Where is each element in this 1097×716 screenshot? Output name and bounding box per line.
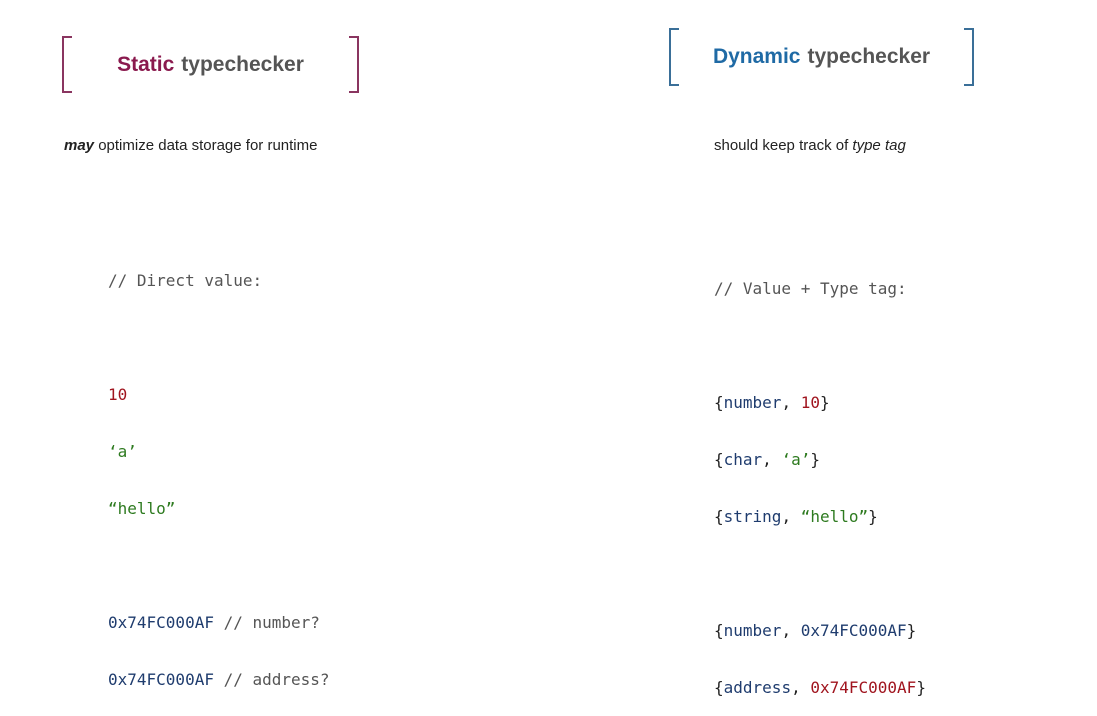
type-tag: number bbox=[723, 393, 782, 412]
static-code-comment: // Direct value: bbox=[108, 271, 263, 290]
addr-comment: // address? bbox=[213, 670, 330, 689]
dynamic-subtitle: should keep track of type tag bbox=[714, 137, 906, 154]
addr-comment: // number? bbox=[213, 613, 320, 632]
addr-value: 0x74FC000AF bbox=[108, 670, 214, 689]
static-value-number: 10 bbox=[108, 385, 128, 404]
static-subtitle-text: optimize data storage for runtime bbox=[94, 137, 318, 154]
type-tag: string bbox=[723, 507, 782, 526]
static-subtitle-emphasis: may bbox=[64, 137, 95, 154]
dynamic-subtitle-emphasis: type tag bbox=[852, 137, 906, 154]
tagged-addr-number: {number, 0x74FC000AF} bbox=[714, 621, 917, 640]
static-value-char: ‘a’ bbox=[108, 442, 137, 461]
dynamic-typechecker-title: Dynamic typechecker bbox=[669, 28, 974, 86]
tagged-value: ‘a’ bbox=[781, 450, 811, 469]
type-tag: address bbox=[723, 678, 792, 697]
static-addr-line-address: 0x74FC000AF // address? bbox=[108, 670, 330, 689]
tagged-value: 0x74FC000AF bbox=[800, 621, 907, 640]
type-tag: char bbox=[723, 450, 763, 469]
static-subtitle: may optimize data storage for runtime bbox=[64, 137, 317, 154]
static-value-string: “hello” bbox=[108, 499, 176, 518]
dynamic-title-accent: Dynamic bbox=[712, 45, 801, 68]
dynamic-code-comment: // Value + Type tag: bbox=[714, 279, 907, 298]
static-title-rest: typechecker bbox=[181, 52, 304, 76]
dynamic-title-rest: typechecker bbox=[807, 45, 931, 68]
tagged-value: 0x74FC000AF bbox=[810, 678, 917, 697]
tagged-number: {number, 10} bbox=[714, 393, 830, 412]
static-title-accent: Static bbox=[117, 52, 175, 76]
static-typechecker-box: Static typechecker bbox=[62, 36, 359, 93]
static-addr-line-number: 0x74FC000AF // number? bbox=[108, 613, 330, 632]
addr-value: 0x74FC000AF bbox=[108, 613, 214, 632]
tagged-string: {string, “hello”} bbox=[714, 507, 878, 526]
tagged-value: “hello” bbox=[800, 507, 869, 526]
type-tag: number bbox=[723, 621, 782, 640]
static-code-block: // Direct value: 10 ‘a’ “hello” 0x74FC00… bbox=[108, 233, 330, 708]
tagged-value: 10 bbox=[800, 393, 820, 412]
static-typechecker-title: Static typechecker bbox=[62, 36, 359, 93]
tagged-char: {char, ‘a’} bbox=[714, 450, 820, 469]
dynamic-code-block: // Value + Type tag: {number, 10} {char,… bbox=[714, 241, 926, 716]
dynamic-typechecker-box: Dynamic typechecker bbox=[669, 28, 974, 86]
dynamic-subtitle-text: should keep track of bbox=[714, 137, 853, 154]
tagged-addr-address: {address, 0x74FC000AF} bbox=[714, 678, 926, 697]
